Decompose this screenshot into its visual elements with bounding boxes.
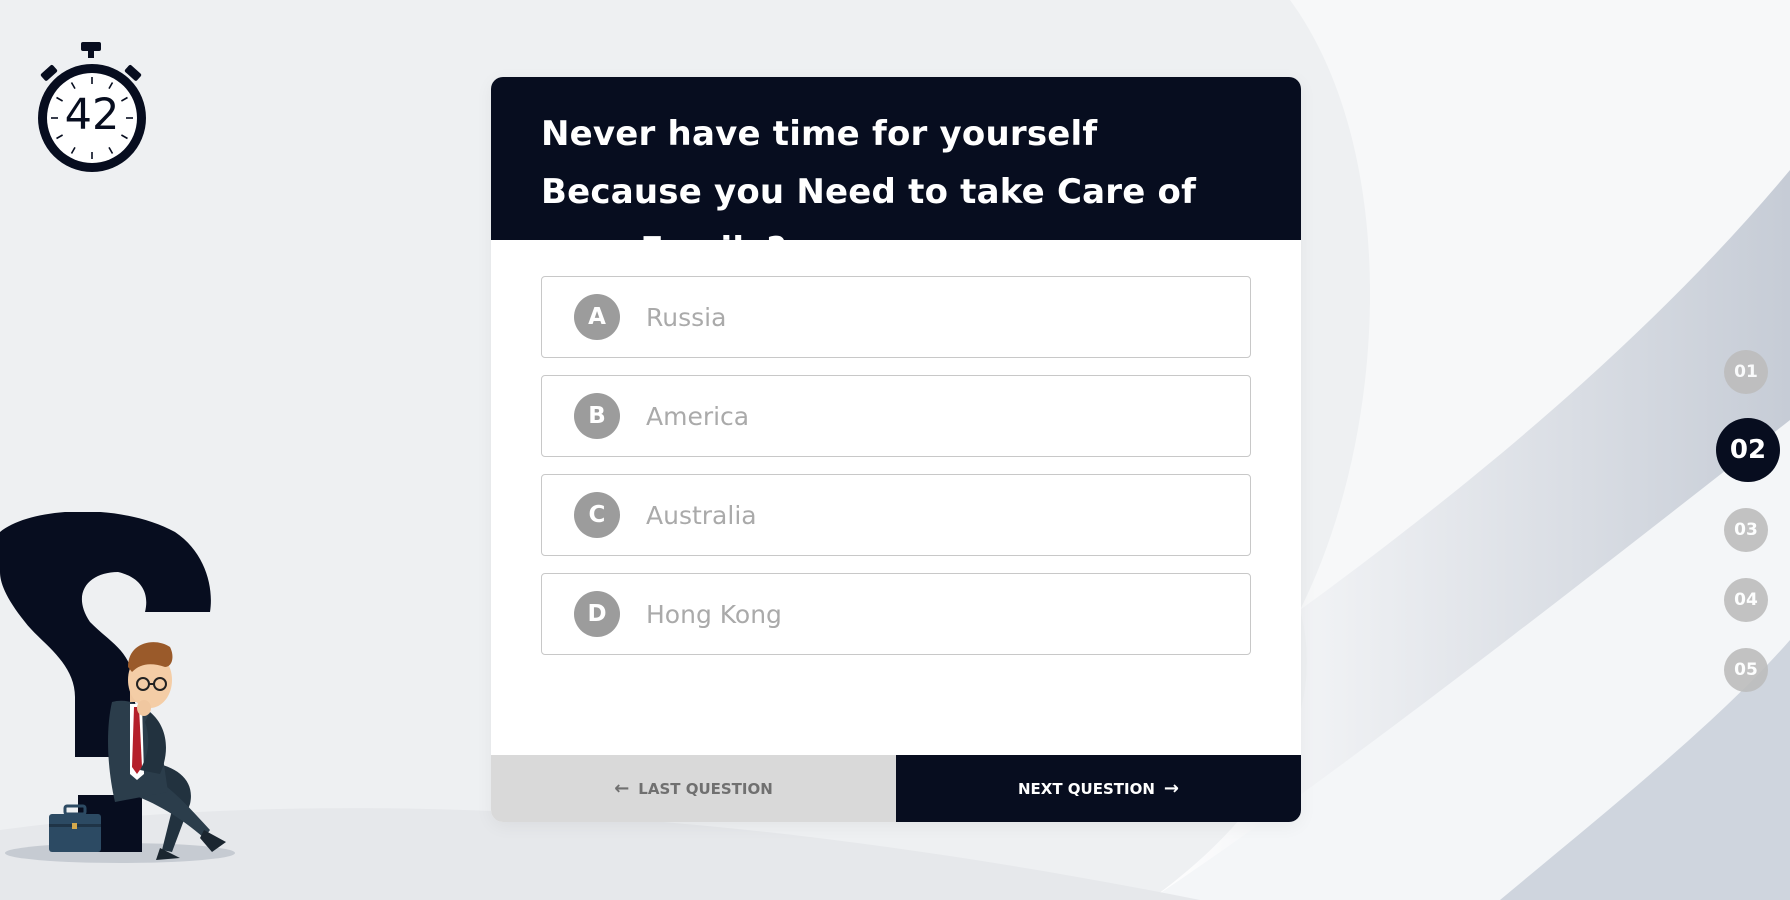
question-mark-person-icon <box>0 511 235 863</box>
arrow-left-icon: ← <box>614 778 630 799</box>
countdown-timer: 42 <box>30 40 155 180</box>
timer-seconds: 42 <box>64 90 120 140</box>
answer-option-b[interactable]: B America <box>541 375 1251 457</box>
answer-options: A Russia B America C Australia D Hong Ko… <box>491 240 1301 655</box>
answer-option-d[interactable]: D Hong Kong <box>541 573 1251 655</box>
question-step-indicator: 01 02 03 04 05 <box>1670 348 1790 698</box>
answer-option-c[interactable]: C Australia <box>541 474 1251 556</box>
last-question-button[interactable]: ← Last Question <box>491 755 896 822</box>
option-letter-badge: D <box>574 591 620 637</box>
answer-option-a[interactable]: A Russia <box>541 276 1251 358</box>
next-question-button[interactable]: Next Question → <box>896 755 1301 822</box>
step-02-current[interactable]: 02 <box>1716 418 1780 482</box>
arrow-right-icon: → <box>1163 778 1179 799</box>
next-question-label: Next Question <box>1017 779 1155 798</box>
question-navigation: ← Last Question Next Question → <box>491 755 1301 822</box>
option-letter-badge: B <box>574 393 620 439</box>
step-04[interactable]: 04 <box>1724 578 1768 622</box>
thinking-businessman-illustration <box>0 511 240 870</box>
option-letter-badge: C <box>574 492 620 538</box>
option-label: Australia <box>646 500 757 530</box>
option-letter-badge: A <box>574 294 620 340</box>
step-05[interactable]: 05 <box>1724 648 1768 692</box>
option-label: Russia <box>646 302 727 332</box>
last-question-label: Last Question <box>638 779 773 798</box>
option-label: Hong Kong <box>646 599 782 629</box>
quiz-card: Never have time for yourself Because you… <box>491 77 1301 822</box>
option-label: America <box>646 401 750 431</box>
step-01[interactable]: 01 <box>1724 350 1768 394</box>
step-03[interactable]: 03 <box>1724 508 1768 552</box>
question-header: Never have time for yourself Because you… <box>491 77 1301 270</box>
